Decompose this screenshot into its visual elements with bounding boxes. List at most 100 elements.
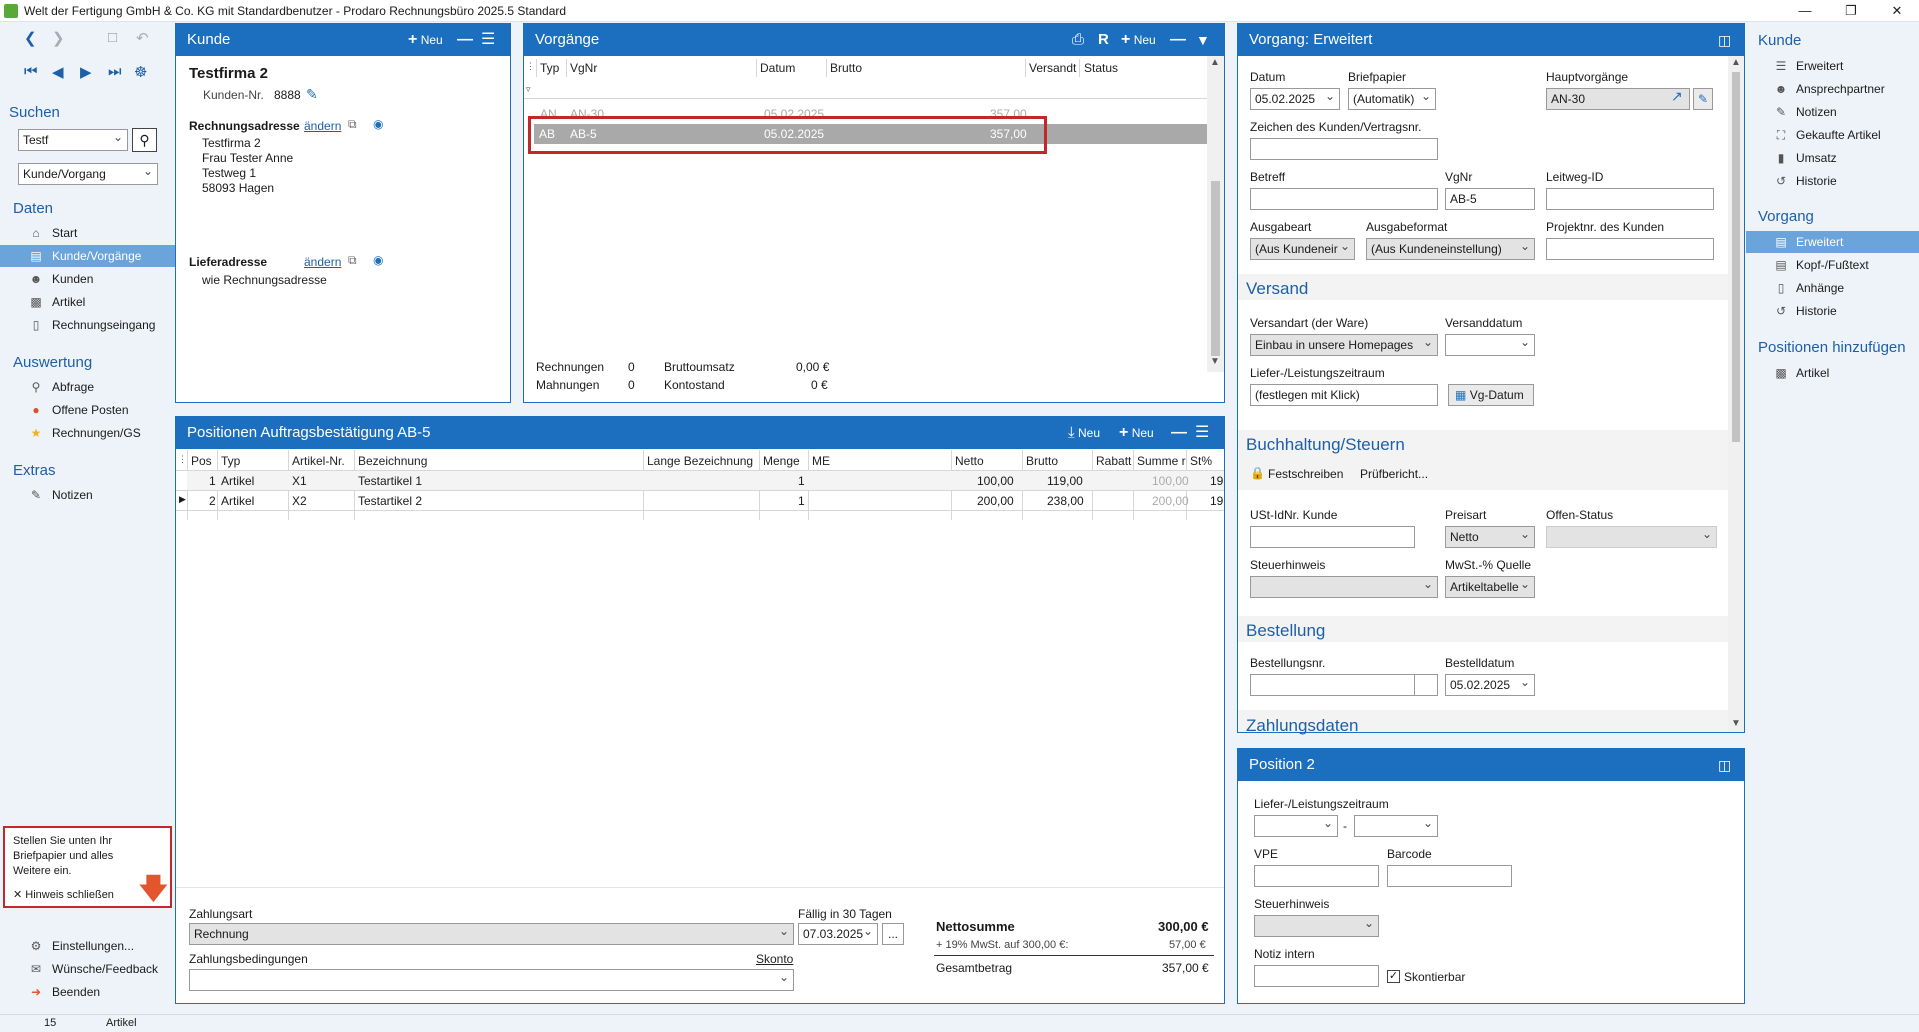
copy-icon[interactable]: ⧉ [348,117,357,132]
rnav-vorgang-erweitert[interactable]: ▤ Erweitert [1746,231,1919,253]
col-versandt[interactable]: Versandt [1029,61,1076,75]
ausgabeart-select[interactable]: (Aus Kundeneir [1250,238,1355,260]
column-chooser-icon[interactable]: ⋮ [526,61,535,72]
zahlungsart-select[interactable]: Rechnung [189,923,794,945]
skonto-link[interactable]: Skonto [756,952,793,966]
rnav-kunde-historie[interactable]: ↺ Historie [1746,170,1919,192]
edit-hauptvorgang-button[interactable]: ✎ [1693,88,1713,110]
col-lange-bezeichnung[interactable]: Lange Bezeichnung [647,454,753,468]
forward-icon[interactable]: ❯ [52,29,65,47]
minimize-icon[interactable]: — [1782,0,1828,22]
nav-artikel[interactable]: ▩ Artikel [0,291,175,313]
col-typ[interactable]: Typ [221,454,240,468]
pos-liefer-to[interactable] [1354,815,1438,837]
rnav-anhaenge[interactable]: ▯ Anhänge [1746,277,1919,299]
col-brutto[interactable]: Brutto [1026,454,1058,468]
rnav-ansprechpartner[interactable]: ☻ Ansprechpartner [1746,78,1919,100]
previous-record-icon[interactable]: ◀ [52,63,64,81]
col-netto[interactable]: Netto [955,454,984,468]
col-brutto[interactable]: Brutto [830,61,862,75]
hauptvorgaenge-field[interactable]: AN-30 [1546,88,1690,110]
rnav-notizen[interactable]: ✎ Notizen [1746,101,1919,123]
offen-status-select[interactable] [1546,526,1717,548]
position-insert-button[interactable]: + Neu [1119,417,1154,449]
erweitert-scrollbar[interactable]: ▲ ▼ [1728,56,1744,732]
col-vgnr[interactable]: VgNr [570,61,597,75]
vgnr-input[interactable]: AB-5 [1445,188,1535,210]
nav-start[interactable]: ⌂ Start [0,222,175,244]
nav-rechnungseingang[interactable]: ▯ Rechnungseingang [0,314,175,336]
col-menge[interactable]: Menge [763,454,800,468]
filter-icon[interactable]: ▼ [1196,24,1210,56]
nav-offene-posten[interactable]: ● Offene Posten [0,399,175,421]
menu-icon[interactable]: ☰ [1195,417,1209,449]
minus-icon[interactable]: — [1170,24,1186,56]
rnav-kunde-erweitert[interactable]: ☰ Erweitert [1746,55,1919,77]
nav-rechnungen-gs[interactable]: ★ Rechnungen/GS [0,422,175,444]
open-link-icon[interactable]: ↗ [1671,88,1683,105]
rnav-gekaufte-artikel[interactable]: ⛶ Gekaufte Artikel [1746,124,1919,146]
faellig-date-select[interactable]: 07.03.2025 [798,923,878,945]
pruefbericht-button[interactable]: Prüfbericht... [1360,467,1428,481]
nav-abfrage[interactable]: ⚲ Abfrage [0,376,175,398]
nav-notizen[interactable]: ✎ Notizen [0,484,175,506]
vorgaenge-scrollbar[interactable]: ▲ ▼ [1207,56,1224,372]
location-pin-icon[interactable]: ◉ [373,253,383,267]
mwst-quelle-select[interactable]: Artikeltabelle [1445,576,1535,598]
search-button[interactable]: ⚲ [132,128,157,152]
col-typ[interactable]: Typ [540,61,559,75]
search-input[interactable]: Testf [18,129,128,151]
versanddatum-select[interactable] [1445,334,1535,356]
filter-row-icon[interactable]: ▿ [526,84,531,95]
datum-select[interactable]: 05.02.2025 [1250,88,1340,110]
betreff-input[interactable] [1250,188,1438,210]
collapse-panel-icon[interactable]: ◫ [1718,24,1731,56]
minus-icon[interactable]: — [1171,417,1187,449]
briefpapier-select[interactable]: (Automatik) [1348,88,1436,110]
col-datum[interactable]: Datum [760,61,795,75]
zahlungsbedingungen-select[interactable] [189,969,794,991]
location-pin-icon[interactable]: ◉ [373,117,383,131]
ausgabeformat-select[interactable]: (Aus Kundeneinstellung) [1366,238,1535,260]
ust-input[interactable] [1250,526,1415,548]
position-new-button[interactable]: ⤓ Neu [1068,417,1100,449]
col-status[interactable]: Status [1084,61,1118,75]
rnav-vorgang-historie[interactable]: ↺ Historie [1746,300,1919,322]
search-scope-select[interactable]: Kunde/Vorgang [18,163,158,185]
bestellnr-extra[interactable] [1414,674,1438,696]
rnav-umsatz[interactable]: ▮ Umsatz [1746,147,1919,169]
nav-feedback[interactable]: ✉ Wünsche/Feedback [0,958,175,980]
notiz-input[interactable] [1254,965,1379,987]
vorgang-new-button[interactable]: + Neu [1121,24,1156,56]
col-rabatt[interactable]: Rabatt [1096,454,1131,468]
vpe-input[interactable] [1254,865,1379,887]
rnav-add-artikel[interactable]: ▩ Artikel [1746,362,1919,384]
collapse-panel-icon[interactable]: ◫ [1718,749,1731,781]
versandart-select[interactable]: Einbau in unsere Homepages [1250,334,1438,356]
menu-icon[interactable]: ☰ [481,24,495,56]
col-st[interactable]: St% [1190,454,1212,468]
minus-icon[interactable]: — [457,24,473,56]
zeichen-input[interactable] [1250,138,1438,160]
steuerhinweis-select[interactable] [1250,576,1438,598]
delivery-address-edit-link[interactable]: ändern [304,255,341,269]
nav-beenden[interactable]: ➜ Beenden [0,981,175,1003]
leitweg-input[interactable] [1546,188,1714,210]
back-icon[interactable]: ❮ [24,29,37,47]
restore-icon[interactable]: ❐ [1828,0,1874,22]
billing-address-edit-link[interactable]: ändern [304,119,341,133]
col-pos[interactable]: Pos [191,454,212,468]
copy-icon[interactable]: ⧉ [348,253,357,268]
hint-close-link[interactable]: ✕ Hinweis schließen [13,888,114,901]
edit-pencil-icon[interactable]: ✎ [306,86,318,103]
barcode-input[interactable] [1387,865,1512,887]
users-icon[interactable]: ☸ [134,63,147,81]
skontierbar-checkbox[interactable]: ✓ [1387,970,1400,983]
last-record-icon[interactable]: ⏭ [108,63,122,80]
next-record-icon[interactable]: ▶ [80,63,92,81]
projektnr-input[interactable] [1546,238,1714,260]
save-icon[interactable]: □ [108,29,117,46]
bestellnr-input[interactable] [1250,674,1415,696]
faellig-more-button[interactable]: ... [882,923,904,945]
print-icon[interactable]: ⎙ [1072,24,1084,56]
